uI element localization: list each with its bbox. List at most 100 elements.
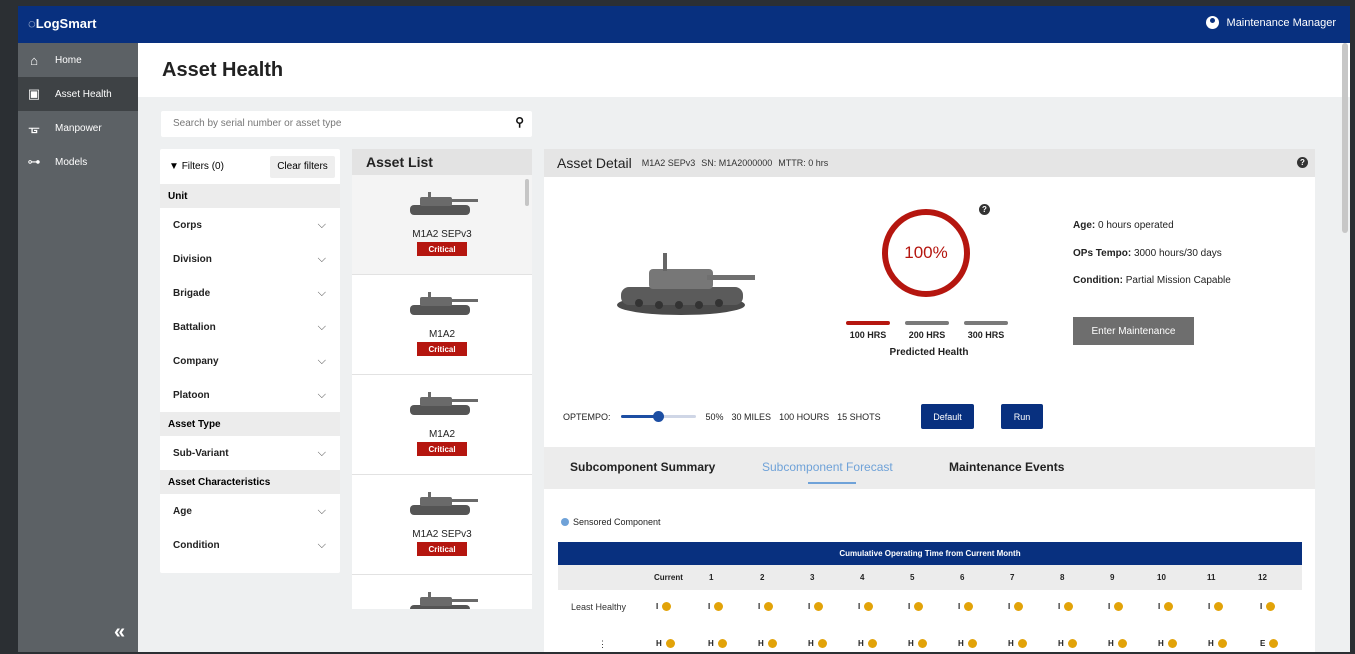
forecast-cell[interactable]: H [1208, 639, 1227, 649]
sidebar-item-home[interactable]: ⌂ Home [18, 43, 138, 77]
forecast-cell[interactable]: I [858, 602, 874, 612]
month-header: 10 [1157, 573, 1166, 582]
filter-brigade[interactable]: Brigade ⌵ [160, 276, 340, 310]
chevron-down-icon: ⌵ [317, 446, 326, 459]
status-dot-icon [714, 602, 724, 612]
page-title: Asset Health [138, 43, 1350, 97]
asset-list-scrollbar[interactable] [525, 179, 529, 206]
enter-maintenance-button[interactable]: Enter Maintenance [1073, 317, 1194, 345]
hours-300[interactable]: 300 HRS [964, 321, 1008, 340]
asset-name: M1A2 [428, 329, 456, 340]
forecast-cell[interactable]: H [1108, 639, 1127, 649]
month-header: 4 [860, 573, 865, 582]
optempo-slider-thumb[interactable] [653, 411, 665, 422]
month-header: 2 [760, 573, 765, 582]
chevron-down-icon: ⌵ [317, 218, 326, 231]
optempo-slider[interactable] [620, 411, 696, 422]
filter-platoon[interactable]: Platoon ⌵ [160, 378, 340, 412]
filter-company[interactable]: Company ⌵ [160, 344, 340, 378]
search-placeholder: Search by serial number or asset type [173, 118, 342, 129]
tank-image [410, 392, 478, 415]
hours-100[interactable]: 100 HRS [846, 321, 890, 340]
status-badge: Critical [417, 342, 467, 356]
forecast-table: Cumulative Operating Time from Current M… [558, 542, 1302, 652]
asset-list-item[interactable]: M1A2 Critical [352, 275, 532, 375]
status-dot-icon [1217, 639, 1227, 649]
forecast-cell[interactable]: H [1008, 639, 1027, 649]
app-window: ◌LogSmart Maintenance Manager ⌂ Home ▣ Ass… [18, 6, 1350, 652]
filter-corps[interactable]: Corps ⌵ [160, 208, 340, 242]
hours-200[interactable]: 200 HRS [905, 321, 949, 340]
forecast-cell[interactable]: H [1158, 639, 1177, 649]
month-header: 7 [1010, 573, 1015, 582]
forecast-cell[interactable]: H [1058, 639, 1077, 649]
tab-subcomponent-forecast[interactable]: Subcomponent Forecast [762, 460, 893, 474]
status-dot-icon [1167, 639, 1177, 649]
month-header: 11 [1207, 573, 1216, 582]
forecast-cell[interactable]: H [808, 639, 827, 649]
month-header: 8 [1060, 573, 1065, 582]
forecast-cell[interactable]: I [1108, 602, 1124, 612]
clear-filters-button[interactable]: Clear filters [270, 155, 335, 178]
tab-subcomponent-summary[interactable]: Subcomponent Summary [570, 460, 715, 474]
status-dot-icon [1214, 602, 1224, 612]
forecast-cell[interactable]: H [958, 639, 977, 649]
tempo-stat: OPs Tempo: 3000 hours/30 days [1073, 247, 1222, 259]
forecast-cell[interactable]: I [808, 602, 824, 612]
forecast-cell[interactable]: H [758, 639, 777, 649]
optempo-miles: 30 MILES [731, 411, 772, 422]
forecast-cell[interactable]: I [758, 602, 774, 612]
forecast-cell[interactable]: I [656, 602, 672, 612]
page-scrollbar[interactable] [1342, 43, 1348, 233]
forecast-cell[interactable]: I [958, 602, 974, 612]
tank-image [410, 492, 478, 515]
sidebar-item-manpower[interactable]: ᚗ Manpower [18, 111, 138, 145]
forecast-cell[interactable]: I [1260, 602, 1276, 612]
asset-list-item[interactable]: M1A2 Critical [352, 375, 532, 475]
filter-condition[interactable]: Condition ⌵ [160, 528, 340, 562]
status-dot-icon [1117, 639, 1127, 649]
run-button[interactable]: Run [1001, 404, 1043, 429]
asset-list-item[interactable]: M1A2 SEPv3 Critical [352, 175, 532, 275]
status-dot-icon [814, 602, 824, 612]
condition-stat: Condition: Partial Mission Capable [1073, 275, 1231, 286]
health-help-icon[interactable]: ? [979, 204, 990, 215]
active-tab-indicator [808, 482, 856, 484]
asset-list-title: Asset List [352, 149, 532, 175]
collapse-sidebar-icon[interactable]: « [114, 621, 125, 644]
search-icon[interactable]: ⚲ [515, 115, 524, 129]
app-logo[interactable]: ◌LogSmart [28, 16, 96, 31]
forecast-cell[interactable]: I [908, 602, 924, 612]
forecast-cell[interactable]: H [656, 639, 675, 649]
user-menu[interactable]: Maintenance Manager [1205, 16, 1336, 29]
filter-division[interactable]: Division ⌵ [160, 242, 340, 276]
tab-maintenance-events[interactable]: Maintenance Events [949, 460, 1064, 474]
forecast-cell[interactable]: H [858, 639, 877, 649]
help-icon[interactable]: ? [1297, 157, 1308, 168]
asset-list-item[interactable]: M1A2 SEPv3 Critical [352, 475, 532, 575]
filter-age[interactable]: Age ⌵ [160, 494, 340, 528]
forecast-cell[interactable]: I [1158, 602, 1174, 612]
forecast-cell[interactable]: H [708, 639, 727, 649]
search-input[interactable]: Search by serial number or asset type ⚲ [161, 111, 532, 137]
forecast-cell[interactable]: H [908, 639, 927, 649]
forecast-cell[interactable]: E [1260, 639, 1279, 649]
forecast-cell[interactable]: I [1058, 602, 1074, 612]
filter-battalion[interactable]: Battalion ⌵ [160, 310, 340, 344]
status-dot-icon [1017, 639, 1027, 649]
status-dot-icon [967, 639, 977, 649]
status-dot-icon [1067, 639, 1077, 649]
forecast-cell[interactable]: I [1208, 602, 1224, 612]
optempo-shots: 15 SHOTS [837, 411, 881, 422]
health-gauge: 100% [882, 209, 970, 297]
asset-list-item[interactable] [352, 575, 532, 609]
default-button[interactable]: Default [921, 404, 974, 429]
optempo-label: OPTEMPO: [563, 411, 611, 422]
filter-sub-variant[interactable]: Sub-Variant ⌵ [160, 436, 340, 470]
status-dot-icon [914, 602, 924, 612]
sidebar-item-asset-health[interactable]: ▣ Asset Health [18, 77, 138, 111]
sidebar-item-models[interactable]: ⊶ Models [18, 145, 138, 179]
forecast-cell[interactable]: I [708, 602, 724, 612]
forecast-cell[interactable]: I [1008, 602, 1024, 612]
user-label: Maintenance Manager [1226, 16, 1336, 29]
